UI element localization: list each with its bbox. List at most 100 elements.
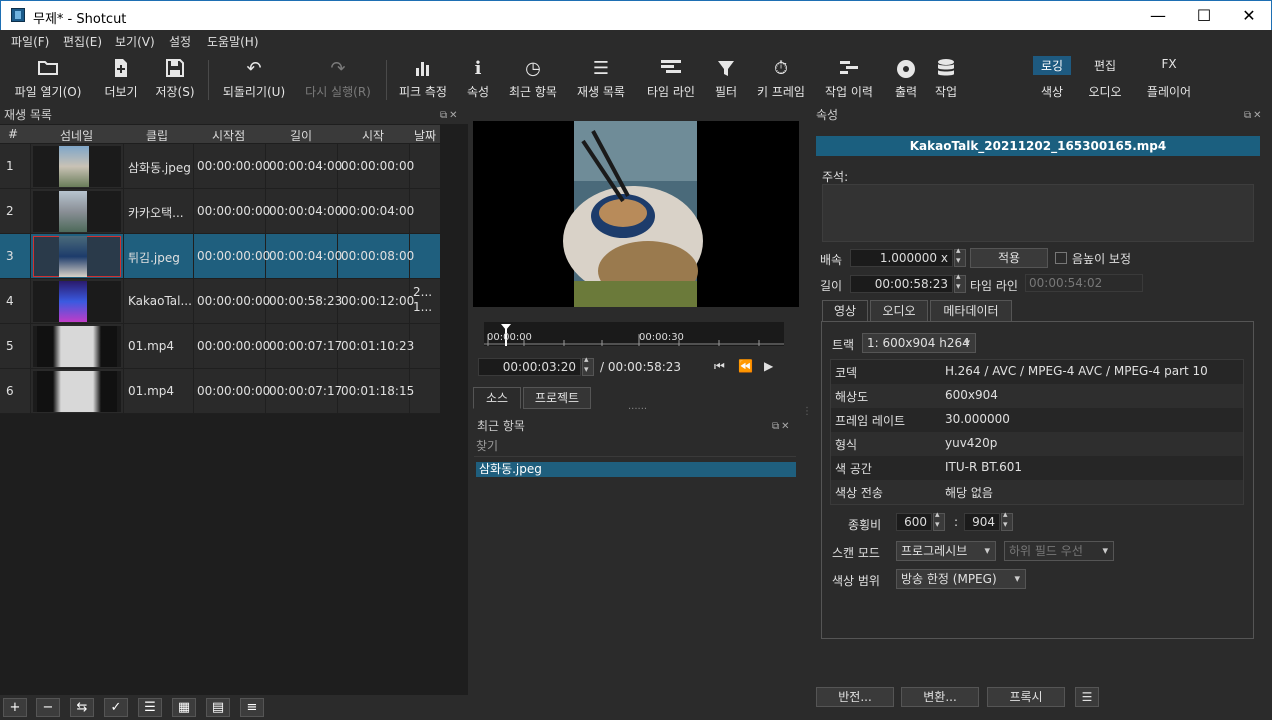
layout-editing[interactable]: 편집 (1086, 56, 1124, 75)
column-divider (193, 234, 194, 279)
layout-logging[interactable]: 로깅 (1033, 56, 1071, 75)
recent-item[interactable]: 삼화동.jpeg (476, 462, 796, 477)
video-viewer[interactable] (473, 121, 799, 307)
undo-button[interactable]: ↶ 되돌리기(U) (218, 58, 290, 100)
play-icon[interactable]: ▶ (764, 359, 773, 373)
tab-video[interactable]: 영상 (822, 300, 868, 322)
thumbnail-image (37, 326, 117, 367)
dock-float-close-icon[interactable]: ⧉✕ (772, 421, 792, 432)
save-button[interactable]: 저장(S) (152, 58, 198, 100)
skip-previous-icon[interactable]: ⏮ (714, 359, 725, 374)
tab-metadata[interactable]: 메타데이터 (930, 300, 1012, 322)
layout-player[interactable]: 플레이어 (1140, 82, 1198, 101)
duration-spinner[interactable] (954, 272, 966, 293)
remove-clip-button[interactable]: − (36, 698, 60, 717)
col-in[interactable]: 시작점 (212, 127, 245, 144)
color-range-select[interactable]: 방송 한정 (MPEG) (896, 569, 1026, 589)
aspect-width-spinner[interactable] (933, 510, 945, 531)
redo-button[interactable]: ↷ 다시 실행(R) (300, 58, 376, 100)
aspect-height-spinner[interactable] (1001, 510, 1013, 531)
playlist-row[interactable]: 3 튀김.jpeg 00:00:00:00 00:00:04:00 00:00:08:0… (0, 234, 440, 279)
more-button[interactable]: 더보기 (98, 58, 144, 100)
add-clip-button[interactable]: + (3, 698, 27, 717)
tiles-view-button[interactable]: ▤ (206, 698, 230, 717)
ruler-start-label: 00:00:00 (487, 332, 532, 343)
comment-field[interactable] (822, 184, 1254, 242)
maximize-button[interactable]: ☐ (1181, 1, 1227, 31)
playlist-row[interactable]: 6 01.mp4 00:00:00:00 00:00:07:17 00:01:18:15 (0, 369, 440, 414)
dock-float-close-icon[interactable]: ⧉✕ (440, 110, 460, 121)
stopwatch-icon: ⏱ (773, 58, 789, 79)
playlist-row[interactable]: 4 KakaoTal... 00:00:00:00 00:00:58:23 00:00:… (0, 279, 440, 324)
reverse-button[interactable]: 반전... (816, 687, 894, 707)
vertical-splitter[interactable]: ⋮ (802, 406, 812, 417)
dock-float-close-icon[interactable]: ⧉✕ (1244, 110, 1264, 121)
export-button[interactable]: 출력 (888, 58, 924, 100)
layout-audio[interactable]: 오디오 (1080, 82, 1130, 101)
update-clip-button[interactable]: ✓ (104, 698, 128, 717)
tab-source[interactable]: 소스 (473, 387, 521, 409)
replace-clip-button[interactable]: ⇆ (70, 698, 94, 717)
menu-edit[interactable]: 편집(E) (63, 33, 102, 50)
col-clip[interactable]: 클립 (146, 127, 168, 144)
recent-button[interactable]: ◷ 최근 항목 (504, 58, 562, 100)
col-duration[interactable]: 길이 (290, 127, 312, 144)
col-thumbnail[interactable]: 섬네일 (60, 127, 93, 144)
playlist-row[interactable]: 5 01.mp4 00:00:00:00 00:00:07:17 00:01:10:23 (0, 324, 440, 369)
aspect-height-input[interactable]: 904 (964, 513, 1000, 531)
details-view-button[interactable]: ☰ (138, 698, 162, 717)
playlist-cell-start: 00:01:10:23 (341, 339, 415, 353)
apply-speed-button[interactable]: 적용 (970, 248, 1048, 268)
speed-input[interactable]: 1.000000 x (850, 249, 953, 267)
peak-meter-button[interactable]: 피크 측정 (394, 58, 452, 100)
rewind-icon[interactable]: ⏪ (738, 359, 753, 373)
col-date[interactable]: 날짜 (414, 127, 436, 144)
timeline-button[interactable]: 타임 라인 (642, 58, 700, 100)
layout-color[interactable]: 색상 (1033, 82, 1071, 101)
playlist-row[interactable]: 2 카카오택... 00:00:00:00 00:00:04:00 00:00:04:0… (0, 189, 440, 234)
player-time-ruler[interactable]: 00:00:00 00:00:30 (484, 322, 784, 346)
playlist-button[interactable]: ☰ 재생 목록 (572, 58, 630, 100)
convert-button[interactable]: 변환... (901, 687, 979, 707)
jobs-button[interactable]: 작업 (930, 58, 962, 100)
col-num[interactable]: # (8, 127, 18, 141)
playlist-menu-button[interactable]: ≡ (240, 698, 264, 717)
aspect-width-input[interactable]: 600 (896, 513, 932, 531)
duration-input[interactable]: 00:00:58:23 (850, 275, 953, 293)
recent-search-input[interactable]: 찾기 (474, 437, 796, 457)
pitch-checkbox[interactable] (1055, 252, 1067, 264)
proxy-button[interactable]: 프록시 (987, 687, 1065, 707)
menu-settings[interactable]: 설정 (169, 33, 191, 50)
history-button[interactable]: 작업 이력 (818, 58, 880, 100)
column-divider (193, 144, 194, 189)
properties-menu-button[interactable]: ☰ (1075, 687, 1099, 707)
properties-button[interactable]: i 속성 (460, 58, 496, 100)
menu-help[interactable]: 도움말(H) (207, 33, 259, 50)
column-divider (30, 144, 31, 189)
playlist-panel: 재생 목록 ⧉✕ # 섬네일 클립 시작점 길이 시작 날짜 1 삼화동.jpeg… (0, 106, 468, 695)
speed-spinner[interactable] (954, 246, 966, 267)
track-select[interactable]: 1: 600x904 h264 (862, 333, 976, 353)
scan-mode-select[interactable]: 프로그레시브 (896, 541, 996, 561)
menu-view[interactable]: 보기(V) (115, 33, 155, 50)
splitter-handle[interactable]: ······ (628, 404, 647, 415)
position-spinner[interactable] (582, 355, 594, 376)
filters-button[interactable]: 필터 (708, 58, 744, 100)
icons-view-button[interactable]: ▦ (172, 698, 196, 717)
tab-audio[interactable]: 오디오 (870, 300, 928, 322)
position-timecode[interactable]: 00:00:03:20 (478, 358, 581, 376)
minimize-button[interactable]: — (1135, 1, 1181, 31)
playlist-row[interactable]: 1 삼화동.jpeg 00:00:00:00 00:00:04:00 00:00:00:… (0, 144, 440, 189)
column-divider (30, 189, 31, 234)
playlist-toolbar: + − ⇆ ✓ ☰ ▦ ▤ ≡ (0, 695, 468, 720)
close-button[interactable]: ✕ (1226, 1, 1272, 31)
save-icon (152, 58, 198, 80)
col-start[interactable]: 시작 (362, 127, 384, 144)
layout-fx[interactable]: FX (1150, 56, 1188, 72)
media-info-value: yuv420p (945, 436, 998, 450)
keyframes-button[interactable]: ⏱ 키 프레임 (752, 58, 810, 100)
tab-project[interactable]: 프로젝트 (523, 387, 591, 409)
open-file-button[interactable]: 파일 열기(O) (8, 58, 88, 100)
menu-file[interactable]: 파일(F) (11, 33, 49, 50)
clip-thumbnail (33, 236, 121, 277)
